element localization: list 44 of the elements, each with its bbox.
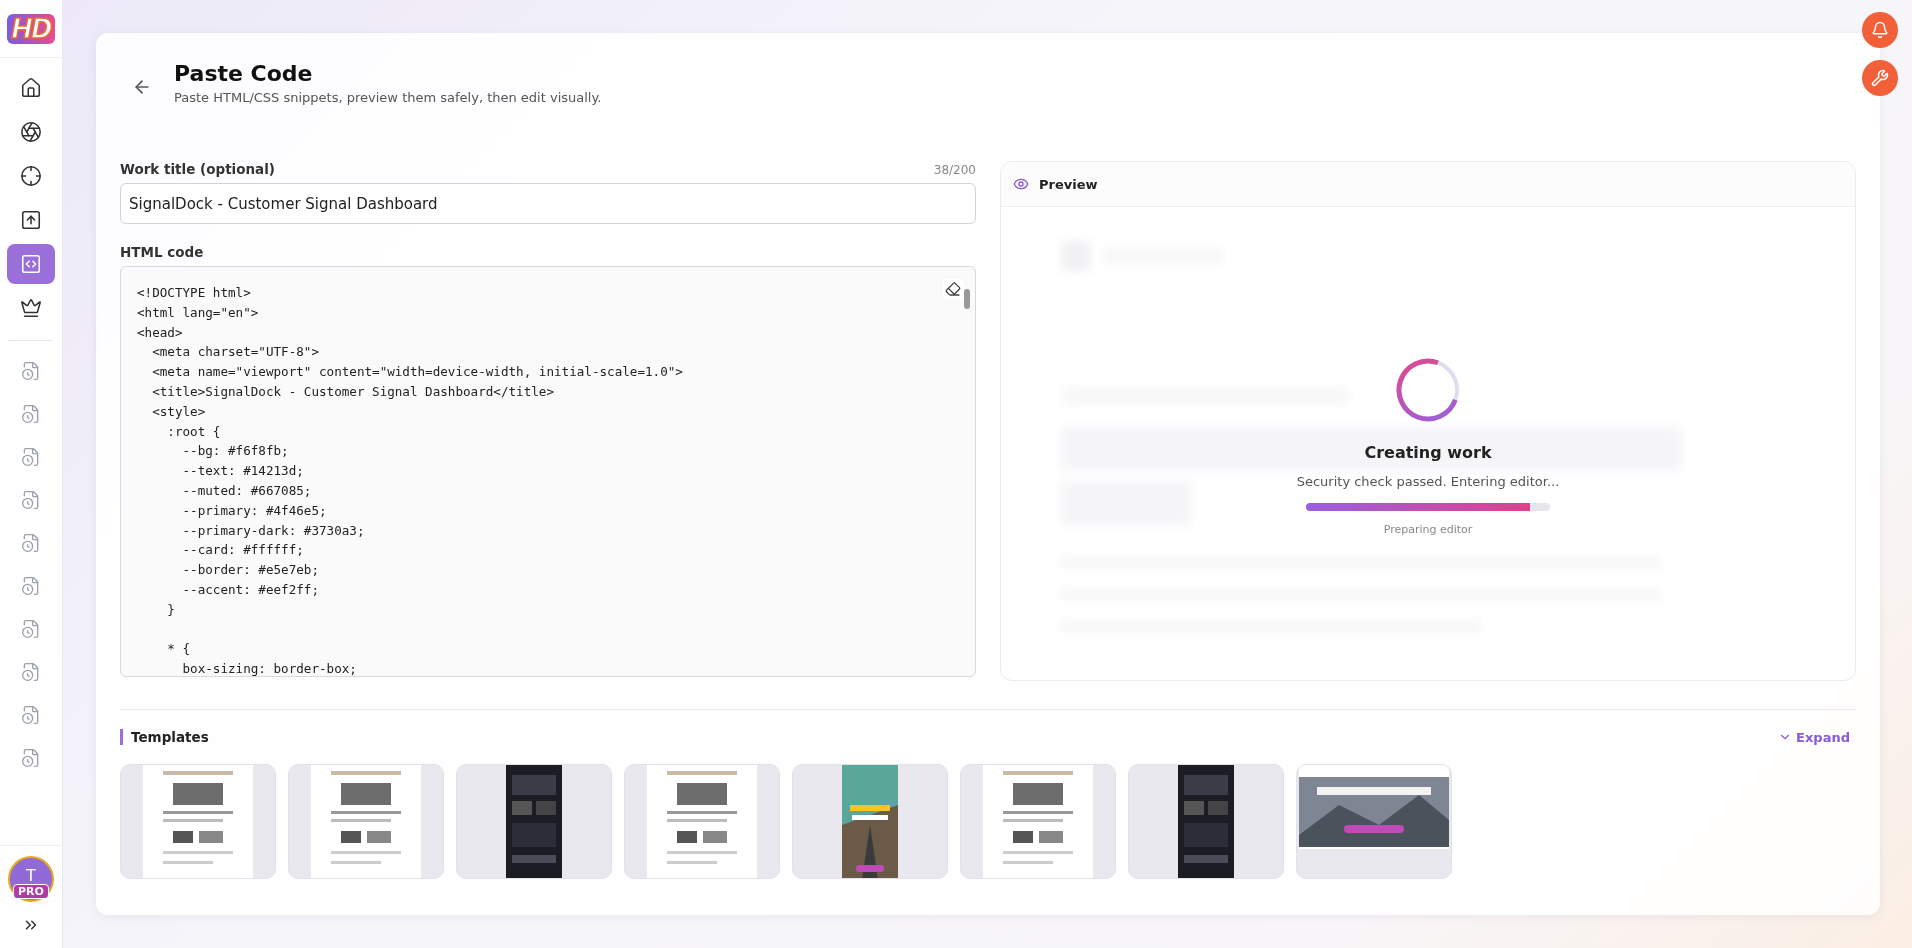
bell-icon: [1871, 21, 1889, 39]
template-card[interactable]: [1296, 764, 1452, 879]
home-icon: [20, 77, 42, 99]
field-label: HTML code: [120, 244, 204, 260]
template-card[interactable]: [456, 764, 612, 879]
loading-spinner: [1395, 357, 1461, 423]
file-clock-icon: [21, 575, 41, 596]
app-logo[interactable]: HD: [7, 13, 55, 44]
user-avatar[interactable]: T PRO: [8, 856, 54, 902]
character-counter: 38/200: [933, 163, 976, 177]
wrench-icon: [1871, 69, 1889, 87]
expand-button[interactable]: Expand: [1772, 728, 1856, 746]
notifications-button[interactable]: [1862, 12, 1898, 48]
section-title: Templates: [120, 729, 209, 745]
file-clock-icon: [21, 360, 41, 381]
file-clock-icon: [21, 747, 41, 768]
clear-button[interactable]: [943, 279, 963, 299]
status-message: Security check passed. Entering editor...: [1296, 474, 1560, 489]
file-clock-icon: [21, 704, 41, 725]
progress-step: Preparing editor: [1383, 523, 1473, 536]
code-text: <!DOCTYPE html> <html lang="en"> <head> <meta charset="UTF-8"> <meta name="viewport" content="width=device-width, initial-scale=1.0"> <title>SignalDock - Customer Signal Dashboard</title> <style> :root { --bg: #f6f8fb; --text: #14213d; --muted: #667085; --primary: #4f46e5; --primary-dark: #3730a3; --card: #ffffff; --border: #e5e7eb; --accent: #eef2ff; } * { box-sizing: border-box;: [136, 284, 684, 676]
preview-title: Preview: [1039, 176, 1098, 192]
file-clock-icon: [21, 532, 41, 553]
eraser-icon: [945, 281, 961, 297]
eye-icon: [1013, 176, 1029, 192]
file-clock-icon: [21, 489, 41, 510]
title-input[interactable]: SignalDock - Customer Signal Dashboard: [120, 183, 976, 224]
page-subtitle: Paste HTML/CSS snippets, preview them safely, then edit visually.: [174, 90, 602, 105]
field-label: Work title (optional): [120, 161, 276, 177]
file-clock-icon: [21, 403, 41, 424]
crosshair-icon: [20, 165, 42, 187]
camera-icon: [20, 121, 42, 143]
crown-icon: [20, 297, 42, 319]
file-clock-icon: [21, 661, 41, 682]
pro-badge: PRO: [13, 884, 49, 899]
tools-button[interactable]: [1862, 60, 1898, 96]
code-icon: [20, 253, 42, 275]
status-title: Creating work: [1364, 443, 1492, 462]
file-clock-icon: [21, 618, 41, 639]
avatar-initial: T: [26, 865, 36, 885]
upload-icon: [20, 209, 42, 231]
template-card[interactable]: [1128, 764, 1284, 879]
page-title: Paste Code: [174, 61, 314, 86]
file-clock-icon: [21, 446, 41, 467]
